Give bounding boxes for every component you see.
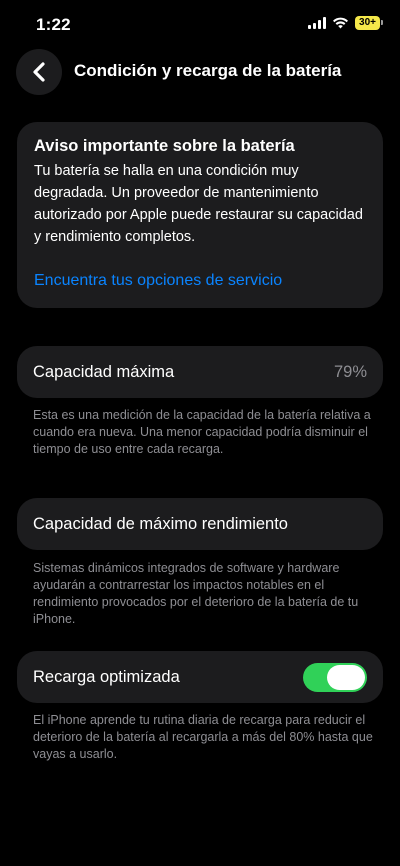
max-capacity-value: 79% [333,362,367,381]
peak-performance-footnote: Sistemas dinámicos integrados de softwar… [33,561,359,626]
optimized-charging-row: Recarga optimizada [17,651,383,703]
notice-title: Aviso importante sobre la batería [34,137,295,155]
status-icons: 30+ [308,16,383,30]
toggle-knob [327,664,365,690]
status-time: 1:22 [36,15,71,34]
max-capacity-footnote: Esta es una medición de la capacidad de … [33,408,371,456]
chevron-left-icon [33,62,45,82]
optimized-charging-label: Recarga optimizada [33,667,180,686]
max-capacity-row: Capacidad máxima 79% [17,346,383,398]
peak-performance-row: Capacidad de máximo rendimiento [17,498,383,550]
status-bar: 1:22 30+ [0,0,400,50]
battery-health-screen: 1:22 30+ Condición y recarga de la bater… [0,0,400,866]
optimized-charging-toggle[interactable] [303,662,367,692]
wifi-icon [333,17,349,29]
signal-icon [308,17,327,29]
notice-body: Tu batería se halla en una condición muy… [34,163,363,245]
battery-icon: 30+ [355,16,383,30]
battery-notice-card: Aviso importante sobre la batería Tu bat… [17,122,383,308]
peak-performance-label: Capacidad de máximo rendimiento [33,514,288,533]
page-title: Condición y recarga de la batería [74,61,342,80]
max-capacity-label: Capacidad máxima [33,362,175,381]
optimized-charging-footnote: El iPhone aprende tu rutina diaria de re… [33,713,373,761]
navigation-bar: Condición y recarga de la batería [0,48,400,96]
back-button[interactable] [16,49,62,95]
service-options-link[interactable]: Encuentra tus opciones de servicio [34,272,282,290]
